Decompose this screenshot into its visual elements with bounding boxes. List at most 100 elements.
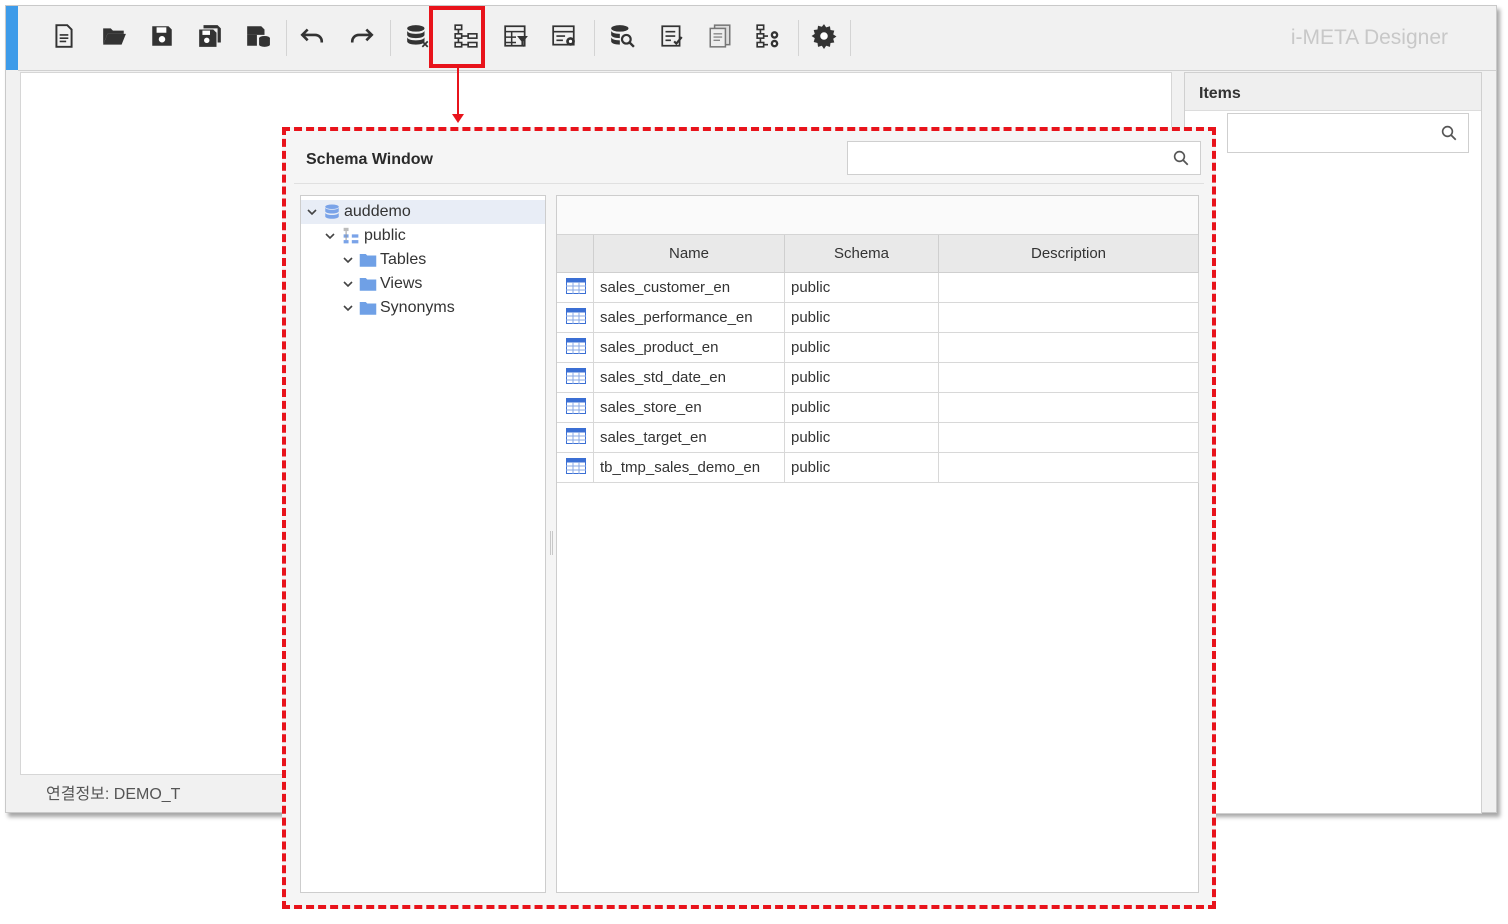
save-icon[interactable] bbox=[146, 20, 178, 52]
toolbar-highlight-annotation bbox=[429, 6, 485, 68]
items-panel-title: Items bbox=[1185, 73, 1481, 111]
table-icon bbox=[557, 272, 594, 303]
schema-icon bbox=[341, 227, 361, 245]
table-row[interactable]: sales_target_en public bbox=[557, 422, 1199, 453]
tree-item-label: Tables bbox=[380, 251, 427, 268]
cell-name: sales_performance_en bbox=[593, 302, 785, 333]
redo-icon[interactable] bbox=[346, 20, 378, 52]
folder-icon bbox=[359, 252, 377, 268]
column-header-name[interactable]: Name bbox=[593, 235, 785, 273]
cell-description bbox=[938, 392, 1199, 423]
table-settings-icon[interactable] bbox=[548, 20, 580, 52]
table-icon bbox=[557, 332, 594, 363]
cell-schema: public bbox=[784, 272, 939, 303]
document-copy-icon[interactable] bbox=[704, 20, 736, 52]
tree-item-views[interactable]: Views bbox=[301, 272, 422, 296]
table-row[interactable]: sales_store_en public bbox=[557, 392, 1199, 423]
database-search-icon[interactable] bbox=[606, 20, 638, 52]
tree-item-synonyms[interactable]: Synonyms bbox=[301, 296, 455, 320]
tree-item-tables[interactable]: Tables bbox=[301, 248, 426, 272]
tree-item-label: Views bbox=[380, 275, 423, 292]
items-search-input[interactable] bbox=[1227, 113, 1469, 153]
table-row[interactable]: sales_std_date_en public bbox=[557, 362, 1199, 393]
schema-tree: auddemo public Tables Views Synonyms bbox=[300, 195, 546, 893]
schema-window: Schema Window auddemo public Tables View… bbox=[282, 127, 1216, 909]
table-body: sales_customer_en public sales_performance… bbox=[557, 272, 1199, 483]
table-row[interactable]: tb_tmp_sales_demo_en public bbox=[557, 452, 1199, 483]
chevron-down-icon[interactable] bbox=[305, 205, 319, 219]
toolbar-separator bbox=[286, 20, 287, 56]
schema-window-title: Schema Window bbox=[306, 151, 433, 168]
new-document-icon[interactable] bbox=[48, 20, 80, 52]
cell-description bbox=[938, 272, 1199, 303]
folder-icon bbox=[359, 276, 377, 292]
schema-search-input[interactable] bbox=[847, 141, 1201, 175]
pane-splitter[interactable] bbox=[550, 531, 553, 555]
tree-item-schema[interactable]: public bbox=[301, 224, 406, 248]
cell-schema: public bbox=[784, 332, 939, 363]
tree-item-database[interactable]: auddemo bbox=[301, 200, 545, 224]
save-all-icon[interactable] bbox=[194, 20, 226, 52]
tree-item-label: Synonyms bbox=[380, 299, 455, 316]
table-filter-icon[interactable] bbox=[500, 20, 532, 52]
cell-name: sales_store_en bbox=[593, 392, 785, 423]
cell-schema: public bbox=[784, 452, 939, 483]
grid-toolbar bbox=[557, 196, 1198, 235]
annotation-arrowhead bbox=[452, 114, 464, 123]
divider bbox=[294, 183, 1204, 184]
table-row[interactable]: sales_product_en public bbox=[557, 332, 1199, 363]
hierarchy-settings-icon[interactable] bbox=[752, 20, 784, 52]
table-icon bbox=[557, 422, 594, 453]
checklist-icon[interactable] bbox=[656, 20, 688, 52]
cell-description bbox=[938, 302, 1199, 333]
table-list: Name Schema Description sales_customer_e… bbox=[557, 235, 1199, 483]
open-folder-icon[interactable] bbox=[98, 20, 130, 52]
chevron-down-icon[interactable] bbox=[341, 277, 355, 291]
column-header-description[interactable]: Description bbox=[938, 235, 1199, 273]
chevron-down-icon[interactable] bbox=[341, 301, 355, 315]
chevron-down-icon[interactable] bbox=[341, 253, 355, 267]
database-icon bbox=[323, 203, 341, 221]
toolbar-separator bbox=[798, 20, 799, 56]
cell-name: sales_target_en bbox=[593, 422, 785, 453]
accent-bar bbox=[6, 6, 18, 70]
cell-schema: public bbox=[784, 362, 939, 393]
toolbar-separator bbox=[850, 20, 851, 56]
tree-item-label: public bbox=[364, 227, 406, 244]
toolbar-separator bbox=[390, 20, 391, 56]
table-row[interactable]: sales_customer_en public bbox=[557, 272, 1199, 303]
items-panel: Items bbox=[1184, 72, 1482, 814]
cell-name: tb_tmp_sales_demo_en bbox=[593, 452, 785, 483]
cell-description bbox=[938, 362, 1199, 393]
folder-icon bbox=[359, 300, 377, 316]
toolbar: i-META Designer bbox=[18, 6, 1496, 71]
annotation-arrow bbox=[457, 68, 459, 116]
gear-icon[interactable] bbox=[808, 20, 840, 52]
cell-name: sales_product_en bbox=[593, 332, 785, 363]
table-row[interactable]: sales_performance_en public bbox=[557, 302, 1199, 333]
cell-schema: public bbox=[784, 302, 939, 333]
table-header-row: Name Schema Description bbox=[557, 235, 1199, 273]
cell-name: sales_customer_en bbox=[593, 272, 785, 303]
column-header-schema[interactable]: Schema bbox=[784, 235, 939, 273]
cell-description bbox=[938, 452, 1199, 483]
search-icon[interactable] bbox=[1440, 124, 1458, 147]
app-brand: i-META Designer bbox=[1290, 26, 1448, 49]
table-list-grid: Name Schema Description sales_customer_e… bbox=[556, 195, 1199, 893]
cell-description bbox=[938, 332, 1199, 363]
table-icon bbox=[557, 452, 594, 483]
table-icon bbox=[557, 362, 594, 393]
tree-item-label: auddemo bbox=[344, 203, 411, 220]
connection-status: 연결정보: DEMO_T bbox=[46, 786, 181, 803]
chevron-down-icon[interactable] bbox=[323, 229, 337, 243]
cell-description bbox=[938, 422, 1199, 453]
search-icon[interactable] bbox=[1172, 149, 1190, 172]
toolbar-separator bbox=[594, 20, 595, 56]
cell-name: sales_std_date_en bbox=[593, 362, 785, 393]
table-icon bbox=[557, 302, 594, 333]
save-to-database-icon[interactable] bbox=[242, 20, 274, 52]
cell-schema: public bbox=[784, 422, 939, 453]
undo-icon[interactable] bbox=[296, 20, 328, 52]
cell-schema: public bbox=[784, 392, 939, 423]
table-icon bbox=[557, 392, 594, 423]
